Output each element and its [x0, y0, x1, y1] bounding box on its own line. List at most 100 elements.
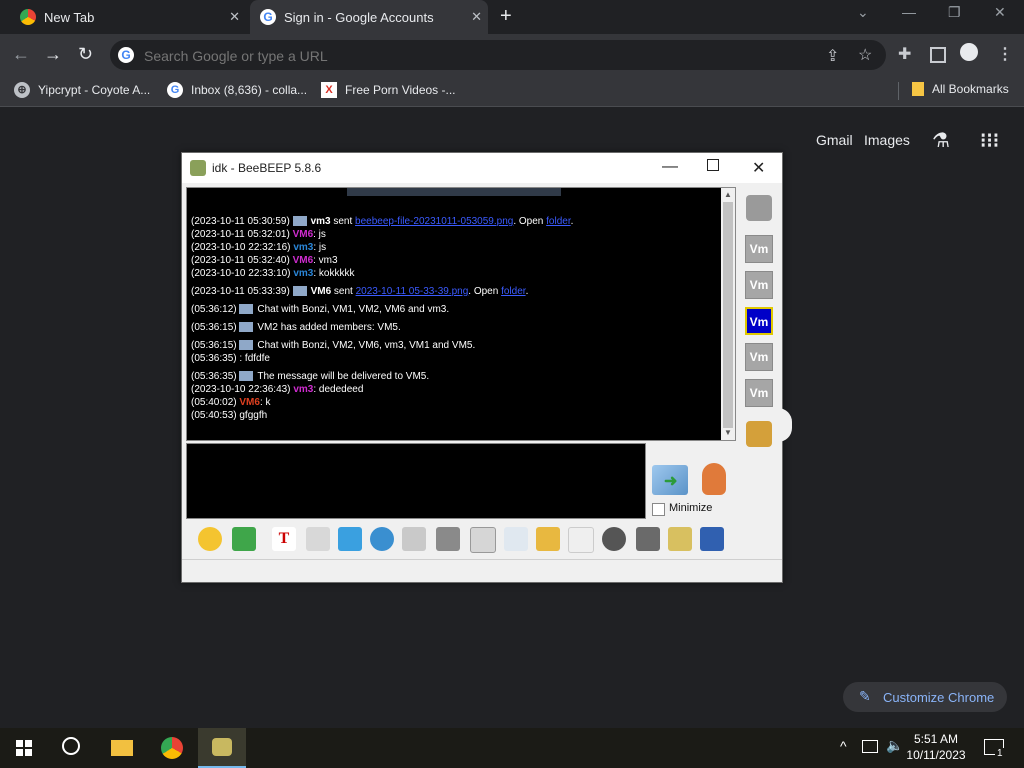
taskbar-chrome[interactable]: [148, 728, 196, 768]
message-time: (2023-10-11 05:30:59): [191, 216, 290, 227]
message-time: (2023-10-11 05:33:39): [191, 286, 290, 297]
extensions-icon[interactable]: ✚: [898, 44, 911, 64]
customize-chrome-button[interactable]: ✎ Customize Chrome: [843, 682, 1007, 712]
forward-button[interactable]: →: [44, 44, 62, 65]
font-icon[interactable]: T: [272, 527, 296, 551]
message-text: : vm3: [313, 255, 338, 266]
profile-icon[interactable]: [960, 43, 978, 61]
start-button[interactable]: [0, 728, 48, 768]
chat-history[interactable]: (2023-10-11 05:30:59) vm3 sent beebeep-f…: [186, 187, 736, 441]
taskbar-beebeep[interactable]: [198, 728, 246, 768]
side-panel-icon[interactable]: [930, 47, 946, 63]
apps-grid-icon[interactable]: ⁝⁝⁝: [980, 128, 999, 153]
new-tab-button[interactable]: +: [500, 5, 512, 28]
message-input[interactable]: [186, 443, 646, 519]
message-user: vm3: [293, 242, 314, 253]
settings-icon[interactable]: [370, 527, 394, 551]
minimize-button[interactable]: —: [902, 4, 916, 20]
window-icon[interactable]: [636, 527, 660, 551]
tab-sign-in[interactable]: G Sign in - Google Accounts ✕: [250, 0, 488, 34]
folder-link[interactable]: folder: [501, 286, 525, 297]
font-face-icon[interactable]: [436, 527, 460, 551]
folder-link[interactable]: folder: [546, 216, 570, 227]
beebeep-titlebar[interactable]: idk - BeeBEEP 5.8.6 — ✕: [182, 153, 782, 183]
message-user: vm3: [310, 216, 331, 227]
chat-message: (2023-10-11 05:32:40) VM6: vm3: [191, 255, 338, 266]
green-arrow-icon[interactable]: [232, 527, 256, 551]
add-users-icon[interactable]: [746, 421, 772, 447]
bookmark-item[interactable]: X Free Porn Videos -...: [321, 82, 456, 98]
bookmarks-bar: ⊕ Yipcrypt - Coyote A... G Inbox (8,636)…: [0, 76, 1024, 107]
user-vm-button[interactable]: Vm: [745, 235, 773, 263]
file-link[interactable]: beebeep-file-20231011-053059.png: [355, 216, 513, 227]
taskbar-file-explorer[interactable]: [98, 728, 146, 768]
gmail-link[interactable]: Gmail: [816, 132, 853, 148]
message-user: VM6: [310, 286, 332, 297]
message-time: (05:36:15): [191, 340, 237, 351]
bookmark-item[interactable]: ⊕ Yipcrypt - Coyote A...: [14, 82, 150, 98]
message-time: (2023-10-10 22:36:43): [191, 384, 291, 395]
beebeep-close-button[interactable]: ✕: [752, 158, 765, 178]
send-folder-icon[interactable]: [536, 527, 560, 551]
tab-close-icon[interactable]: ✕: [471, 9, 482, 25]
code-icon[interactable]: [568, 527, 594, 553]
message-time: (05:40:02): [191, 397, 237, 408]
volume-muted-icon[interactable]: 🔈: [886, 737, 903, 754]
close-button[interactable]: ✕: [994, 4, 1006, 21]
file-link[interactable]: 2023-10-11 05-33-39.png: [356, 286, 469, 297]
chat-message: (05:36:15) Chat with Bonzi, VM2, VM6, vm…: [191, 340, 475, 351]
panel-handle[interactable]: [778, 408, 792, 442]
message-time: (2023-10-10 22:33:10): [191, 268, 291, 279]
labs-flask-icon[interactable]: ⚗: [932, 128, 950, 153]
smiley-icon[interactable]: [198, 527, 222, 551]
omnibox[interactable]: G ⇪ ☆: [110, 40, 886, 72]
network-icon[interactable]: [862, 740, 878, 753]
clock[interactable]: 5:51 AM 10/11/2023: [906, 731, 966, 763]
bookmark-label: Inbox (8,636) - colla...: [191, 83, 308, 97]
images-link[interactable]: Images: [864, 132, 910, 148]
address-input[interactable]: [142, 40, 786, 72]
restore-button[interactable]: ❐: [948, 4, 961, 21]
scroll-thumb[interactable]: [723, 202, 733, 428]
save-icon[interactable]: [700, 527, 724, 551]
microphone-button[interactable]: [702, 463, 726, 495]
tab-search-icon[interactable]: ⌄: [857, 4, 869, 21]
music-note-icon[interactable]: [470, 527, 496, 553]
clock-date: 10/11/2023: [906, 748, 966, 762]
menu-icon[interactable]: ⋮: [997, 44, 1013, 64]
show-hidden-icons-icon[interactable]: ^: [840, 738, 847, 754]
tab-new-tab[interactable]: New Tab ✕: [0, 0, 246, 34]
edit-note-icon[interactable]: [668, 527, 692, 551]
chat-message: (05:36:15) VM2 has added members: VM5.: [191, 322, 401, 333]
scroll-up-icon[interactable]: ▲: [724, 190, 732, 199]
minimize-checkbox[interactable]: [652, 503, 665, 516]
user-vm-button[interactable]: Vm: [745, 271, 773, 299]
windows-icon: [16, 740, 32, 756]
user-vm-button[interactable]: Vm: [745, 307, 773, 335]
color-pen-icon[interactable]: [306, 527, 330, 551]
message-text: Chat with Bonzi, VM2, VM6, vm3, VM1 and …: [257, 340, 476, 351]
emoticon-toolbar: T: [186, 523, 778, 557]
back-button[interactable]: ←: [12, 44, 30, 65]
chat-scrollbar[interactable]: ▲ ▼: [721, 188, 735, 440]
bookmark-star-icon[interactable]: ☆: [858, 45, 872, 65]
screenshot-icon[interactable]: [602, 527, 626, 551]
share-icon[interactable]: ⇪: [826, 46, 839, 66]
beebeep-maximize-button[interactable]: [707, 159, 719, 171]
reload-button[interactable]: ↻: [78, 44, 93, 65]
beebeep-minimize-button[interactable]: —: [662, 158, 678, 176]
send-file-icon[interactable]: [504, 527, 528, 551]
search-button[interactable]: [48, 728, 96, 768]
filter-icon[interactable]: [338, 527, 362, 551]
bookmarks-divider: [898, 82, 899, 100]
chat-message: (2023-10-10 22:32:16) vm3: js: [191, 242, 326, 253]
user-vm-button[interactable]: Vm: [745, 343, 773, 371]
scroll-down-icon[interactable]: ▼: [724, 428, 732, 437]
spellcheck-icon[interactable]: [402, 527, 426, 551]
user-vm-button[interactable]: Vm: [745, 379, 773, 407]
send-button[interactable]: ➜: [652, 465, 688, 495]
users-icon[interactable]: [746, 195, 772, 221]
bookmark-item[interactable]: G Inbox (8,636) - colla...: [167, 82, 307, 98]
tab-close-icon[interactable]: ✕: [229, 9, 240, 25]
all-bookmarks-button[interactable]: All Bookmarks: [912, 82, 1009, 96]
